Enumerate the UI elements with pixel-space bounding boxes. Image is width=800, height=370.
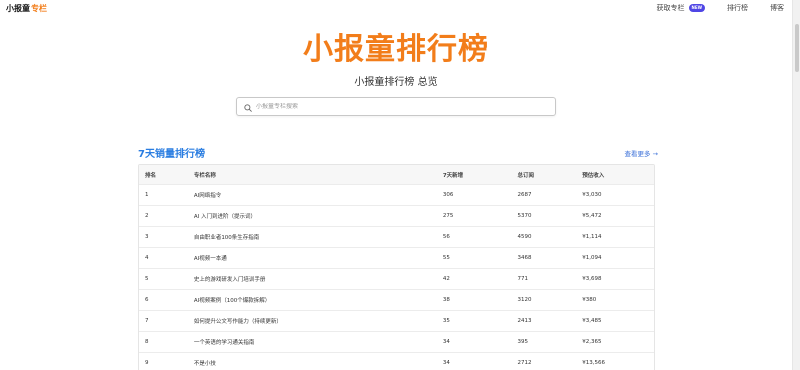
new-subs-cell: 34 <box>442 360 450 366</box>
page-scrollbar[interactable] <box>792 0 800 370</box>
column-name-cell[interactable]: AI 入门到进阶（提示词） <box>194 212 443 220</box>
rank-cell: 3 <box>145 234 149 240</box>
nav-blog-label: 博客 <box>770 4 784 12</box>
new-subs-cell: 275 <box>442 213 454 219</box>
revenue-cell: ¥3,698 <box>582 276 602 282</box>
logo-accent-text: 专栏 <box>31 3 47 13</box>
revenue-cell: ¥2,365 <box>582 339 602 345</box>
new-subs-cell: 55 <box>442 255 450 261</box>
total-subs-cell: 3120 <box>517 297 532 303</box>
column-name-cell[interactable]: AI视频案例（100个爆款拆解） <box>194 296 443 304</box>
header-revenue: 预估收入 <box>582 172 605 179</box>
column-name-cell[interactable]: 史上的游戏研发入门培训手册 <box>194 275 443 283</box>
header-rank: 排名 <box>145 172 157 179</box>
total-subs-cell: 2687 <box>517 192 532 198</box>
search-icon <box>244 97 252 116</box>
column-name-cell[interactable]: AI网络指令 <box>194 191 443 199</box>
table-row[interactable]: 5 史上的游戏研发入门培训手册 42 771 ¥3,698 <box>139 269 654 290</box>
site-logo[interactable]: 小报童 专栏 <box>6 3 47 14</box>
column-name-cell[interactable]: 一个英语的学习通关指南 <box>194 338 443 346</box>
table-row[interactable]: 2 AI 入门到进阶（提示词） 275 5370 ¥5,472 <box>139 206 654 227</box>
table-row[interactable]: 6 AI视频案例（100个爆款拆解） 38 3120 ¥380 <box>139 290 654 311</box>
search-box[interactable] <box>236 97 556 116</box>
new-subs-cell: 34 <box>442 339 450 345</box>
column-name-cell[interactable]: 自由职业者100条生存指南 <box>194 233 443 241</box>
total-subs-cell: 2712 <box>517 360 532 366</box>
new-subs-cell: 42 <box>442 276 450 282</box>
rank-cell: 6 <box>145 297 149 303</box>
section-title: 7天销量排行榜 <box>138 149 205 160</box>
new-badge: NEW <box>688 4 705 12</box>
rank-cell: 9 <box>145 360 149 366</box>
header-new-subs: 7天新增 <box>442 172 464 179</box>
nav-leaderboard-label: 排行榜 <box>727 4 748 12</box>
search-input[interactable] <box>256 103 546 110</box>
table-row[interactable]: 8 一个英语的学习通关指南 34 395 ¥2,365 <box>139 332 654 353</box>
table-row[interactable]: 1 AI网络指令 306 2687 ¥3,030 <box>139 185 654 206</box>
nav-get-column[interactable]: 获取专栏 NEW <box>656 3 705 13</box>
new-subs-cell: 306 <box>442 192 454 198</box>
table-header-row: 排名 专栏名称 7天新增 总订阅 预估收入 <box>139 165 654 185</box>
total-subs-cell: 5370 <box>517 213 532 219</box>
total-subs-cell: 771 <box>517 276 529 282</box>
header-total-subs: 总订阅 <box>517 172 535 179</box>
rank-cell: 2 <box>145 213 149 219</box>
revenue-cell: ¥13,566 <box>582 360 606 366</box>
revenue-cell: ¥1,114 <box>582 234 602 240</box>
revenue-cell: ¥3,030 <box>582 192 602 198</box>
table-row[interactable]: 9 不是小技 34 2712 ¥13,566 <box>139 353 654 370</box>
column-name-cell[interactable]: 不是小技 <box>194 359 443 367</box>
rank-cell: 7 <box>145 318 149 324</box>
total-subs-cell: 395 <box>517 339 529 345</box>
header-name: 专栏名称 <box>193 172 216 179</box>
leaderboard-table: 排名 专栏名称 7天新增 总订阅 预估收入 1 AI网络指令 306 2687 ¥3,0… <box>138 164 655 370</box>
scrollbar-thumb[interactable] <box>795 24 799 72</box>
logo-main-text: 小报童 <box>6 3 30 13</box>
rank-cell: 1 <box>145 192 149 198</box>
revenue-cell: ¥1,094 <box>582 255 602 261</box>
revenue-cell: ¥3,485 <box>582 318 602 324</box>
nav-get-column-label: 获取专栏 <box>656 4 685 12</box>
column-name-cell[interactable]: 如何提升公文写作能力（持续更新） <box>194 317 443 325</box>
page-title: 小报童排行榜 <box>303 32 489 67</box>
table-row[interactable]: 4 AI视频一本通 55 3468 ¥1,094 <box>139 248 654 269</box>
total-subs-cell: 3468 <box>517 255 532 261</box>
hero-section: 小报童排行榜 小报童排行榜 总览 <box>0 32 792 88</box>
new-subs-cell: 56 <box>442 234 450 240</box>
rank-cell: 8 <box>145 339 149 345</box>
column-name-cell[interactable]: AI视频一本通 <box>194 254 443 262</box>
top-navbar: 小报童 专栏 获取专栏 NEW 排行榜 博客 <box>0 0 792 16</box>
view-more-link[interactable]: 查看更多 → <box>624 148 658 158</box>
nav-leaderboard[interactable]: 排行榜 <box>727 3 748 13</box>
table-row[interactable]: 7 如何提升公文写作能力（持续更新） 35 2413 ¥3,485 <box>139 311 654 332</box>
nav-blog[interactable]: 博客 <box>770 3 784 13</box>
top-nav-links: 获取专栏 NEW 排行榜 博客 <box>656 3 784 13</box>
total-subs-cell: 4590 <box>517 234 532 240</box>
table-row[interactable]: 3 自由职业者100条生存指南 56 4590 ¥1,114 <box>139 227 654 248</box>
total-subs-cell: 2413 <box>517 318 532 324</box>
rank-cell: 5 <box>145 276 149 282</box>
revenue-cell: ¥380 <box>582 297 597 303</box>
page-subtitle: 小报童排行榜 总览 <box>354 77 438 88</box>
new-subs-cell: 38 <box>442 297 450 303</box>
rank-cell: 4 <box>145 255 149 261</box>
leaderboard-header: 7天销量排行榜 查看更多 → <box>138 145 658 160</box>
new-subs-cell: 35 <box>442 318 450 324</box>
revenue-cell: ¥5,472 <box>582 213 602 219</box>
